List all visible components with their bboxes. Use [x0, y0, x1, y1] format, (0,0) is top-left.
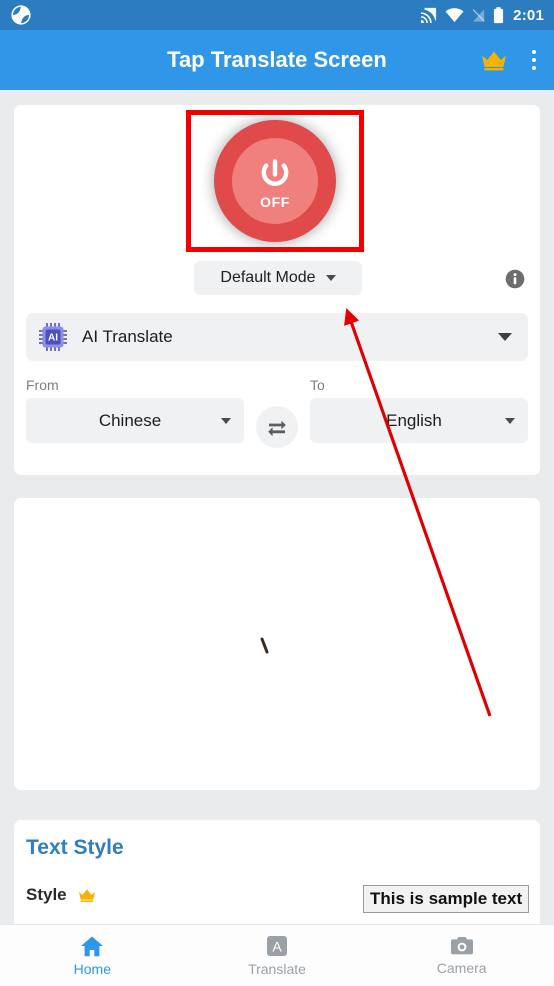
- battery-icon: [494, 6, 504, 23]
- sample-text-preview[interactable]: This is sample text: [363, 885, 530, 913]
- style-label: Style: [26, 885, 67, 904]
- status-bar-icons: 2:01: [420, 7, 544, 24]
- swap-horizontal-icon: [268, 420, 286, 437]
- from-label: From: [26, 377, 59, 393]
- power-state-label: OFF: [260, 193, 290, 210]
- app-root: 2:01 Tap Translate Screen OFF Default Mo…: [0, 0, 554, 986]
- default-mode-label: Default Mode: [220, 269, 316, 286]
- translate-a-icon: A: [267, 935, 287, 956]
- translate-engine-selector[interactable]: AI AI Translate: [26, 313, 528, 361]
- app-logo-icon: [11, 5, 31, 25]
- signal-off-icon: [472, 8, 485, 22]
- power-button-face: OFF: [232, 138, 318, 224]
- app-bar: Tap Translate Screen: [0, 30, 554, 90]
- from-language-block: From Chinese: [26, 377, 244, 443]
- crown-icon: [78, 889, 95, 902]
- to-language-value: English: [386, 410, 442, 430]
- chevron-down-icon: [221, 417, 231, 424]
- to-language-dropdown[interactable]: English: [310, 398, 528, 443]
- svg-text:A: A: [272, 938, 282, 954]
- from-language-value: Chinese: [98, 410, 162, 430]
- chevron-down-icon: [498, 333, 512, 341]
- camera-icon: [450, 936, 473, 954]
- nav-label-camera: Camera: [436, 959, 487, 976]
- wifi-icon: [445, 7, 464, 22]
- ai-chip-icon: AI: [39, 323, 67, 351]
- engine-name-label: AI Translate: [82, 327, 173, 346]
- bottom-navigation: Home A Translate Camera: [0, 924, 554, 986]
- power-button-shadow: OFF: [211, 117, 339, 245]
- crown-icon[interactable]: [480, 47, 508, 73]
- swap-languages-button[interactable]: [256, 406, 298, 448]
- chevron-down-icon: [505, 417, 515, 424]
- nav-label-translate: Translate: [248, 960, 306, 977]
- default-mode-dropdown[interactable]: Default Mode: [194, 261, 362, 295]
- page-title: Tap Translate Screen: [167, 47, 387, 72]
- power-toggle-button[interactable]: OFF: [214, 120, 336, 242]
- app-bar-actions: [480, 45, 546, 75]
- loading-stroke-icon: [260, 637, 269, 654]
- svg-text:AI: AI: [48, 332, 58, 343]
- mode-row: Default Mode: [14, 261, 540, 299]
- from-language-dropdown[interactable]: Chinese: [26, 398, 244, 443]
- status-bar-clock: 2:01: [513, 6, 544, 24]
- home-icon: [81, 936, 104, 956]
- status-bar: 2:01: [0, 0, 554, 30]
- to-label: To: [310, 377, 325, 393]
- power-button-highlight: OFF: [186, 110, 364, 252]
- power-icon: [261, 158, 289, 186]
- style-row[interactable]: Style: [26, 885, 97, 905]
- more-vertical-icon[interactable]: [522, 45, 546, 75]
- to-language-block: To English: [310, 377, 528, 443]
- nav-item-translate[interactable]: A Translate: [185, 925, 370, 986]
- info-icon[interactable]: [505, 269, 525, 289]
- chevron-down-icon: [325, 275, 336, 281]
- nav-item-home[interactable]: Home: [0, 925, 185, 986]
- cast-icon: [421, 7, 437, 23]
- nav-label-home: Home: [73, 960, 112, 977]
- text-style-heading: Text Style: [26, 836, 124, 859]
- nav-item-camera[interactable]: Camera: [369, 925, 554, 986]
- content-preview-card: [14, 498, 540, 790]
